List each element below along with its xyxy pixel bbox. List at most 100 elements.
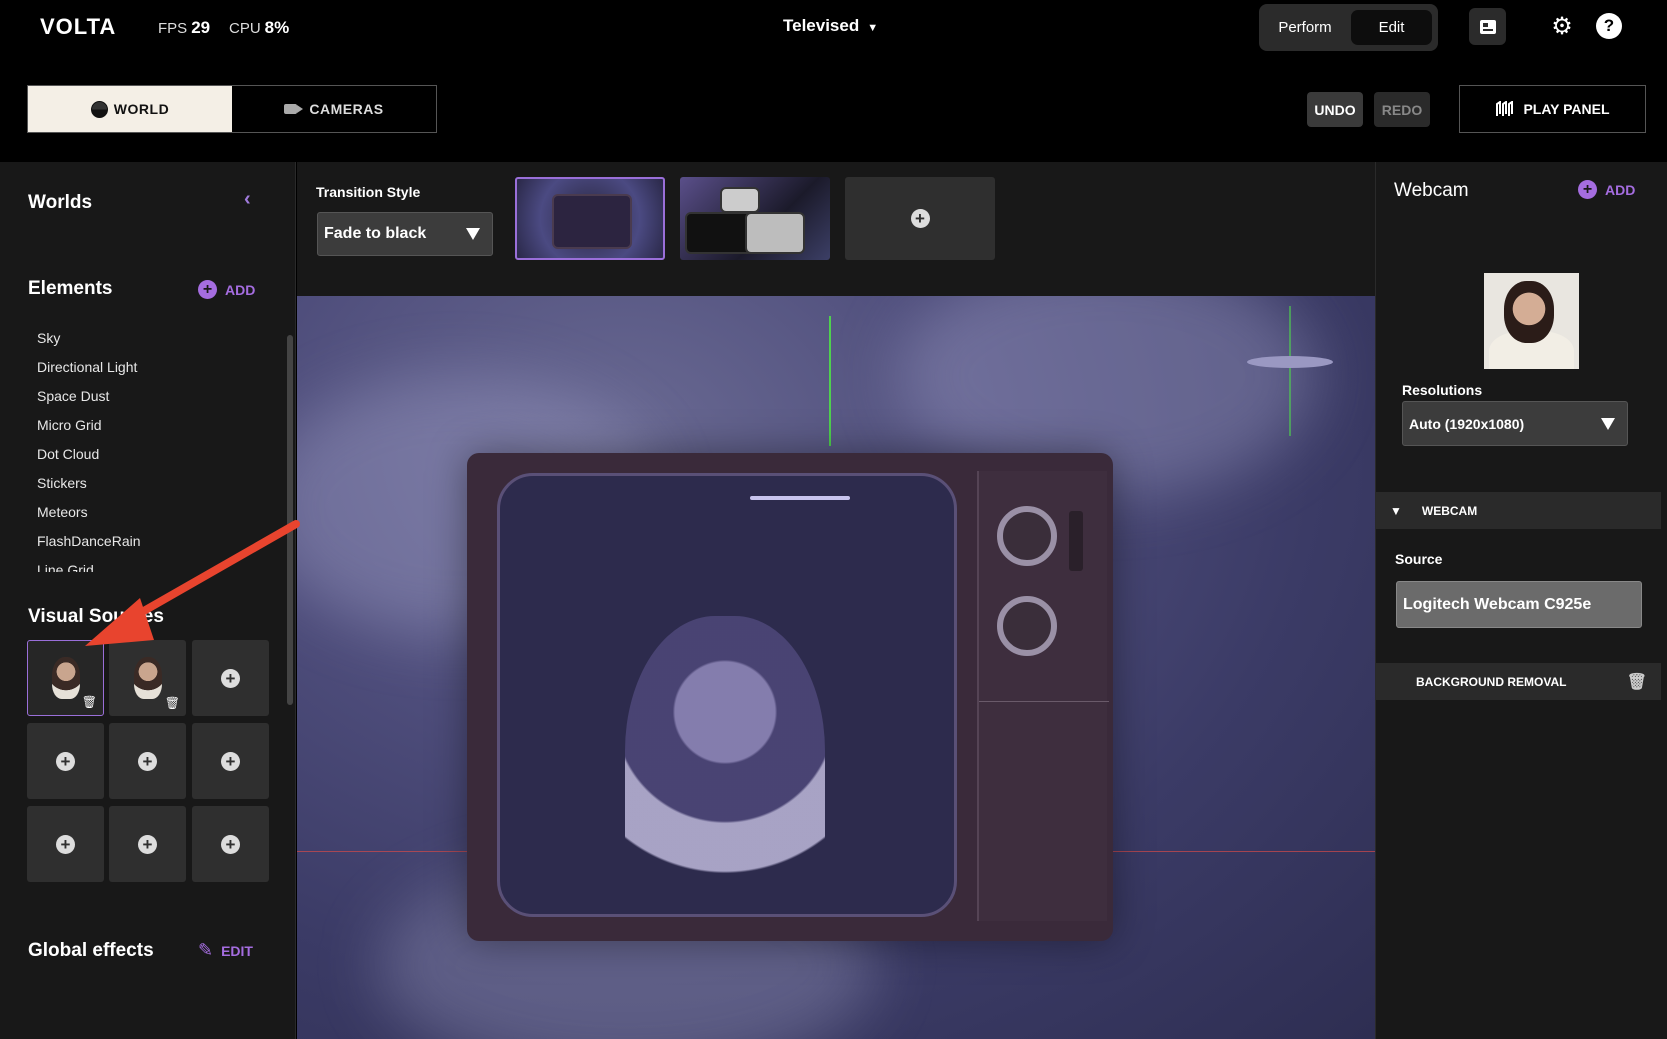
plus-circle-icon: + (56, 834, 75, 854)
left-panel: Worlds ‹ Elements + ADD Sky Directional … (0, 162, 296, 1039)
gizmo-y-axis (1289, 306, 1291, 436)
world-selector[interactable]: Televised ▼ (783, 16, 878, 36)
pencil-icon: ✎ (198, 940, 214, 960)
right-panel: Webcam + ADD Resolutions Auto (1920x1080… (1375, 162, 1667, 1039)
gear-icon: ⚙ (1551, 12, 1573, 40)
volta-logo: VOLTA (40, 14, 117, 39)
screen-reflection (750, 496, 850, 500)
tv-control-panel (977, 471, 1109, 921)
list-item[interactable]: Micro Grid (37, 417, 277, 446)
source-label: Source (1395, 551, 1443, 567)
add-scene-button[interactable]: + (845, 177, 995, 260)
tab-cameras[interactable]: CAMERAS (232, 86, 436, 132)
list-item[interactable]: Sky (37, 330, 277, 359)
scene-thumbnail-2[interactable] (680, 177, 830, 260)
source-select[interactable]: Logitech Webcam C925e (1396, 581, 1642, 628)
edit-global-effects-button[interactable]: ✎ EDIT (198, 940, 253, 961)
plus-circle-icon: + (221, 751, 240, 771)
edit-mode-button[interactable]: Edit (1351, 10, 1432, 45)
webcam-thumbnail (51, 657, 80, 699)
list-item[interactable]: Meteors (37, 504, 277, 533)
collapse-panel-button[interactable]: ‹ (244, 188, 251, 211)
trash-icon[interactable]: 🗑 (1627, 672, 1647, 692)
visual-source-webcam-2[interactable]: 🗑 (109, 640, 186, 716)
resolution-select[interactable]: Auto (1920x1080) (1402, 401, 1628, 446)
play-panel-button[interactable]: PLAY PANEL (1459, 85, 1646, 133)
visual-source-webcam-1[interactable]: 🗑 (27, 640, 104, 716)
webcam-projection (625, 616, 825, 914)
list-item[interactable]: Stickers (37, 475, 277, 504)
settings-button[interactable]: ⚙ (1548, 12, 1576, 40)
add-visual-source-button[interactable]: + (27, 806, 104, 882)
dropdown-arrow-icon (466, 228, 480, 240)
plus-circle-icon: + (221, 834, 240, 854)
add-element-button[interactable]: + ADD (198, 280, 255, 299)
cpu-readout: CPU 8% (229, 18, 290, 37)
tv-screen (497, 473, 957, 917)
transition-style-select[interactable]: Fade to black (317, 212, 493, 256)
scene-viewport[interactable] (297, 296, 1375, 1039)
transition-style-label: Transition Style (316, 184, 421, 200)
add-visual-source-button[interactable]: + (109, 806, 186, 882)
webcam-section-header[interactable]: ▼ WEBCAM (1376, 492, 1661, 529)
undo-button[interactable]: UNDO (1307, 92, 1363, 127)
help-icon: ? (1603, 16, 1615, 35)
list-item[interactable]: Space Dust (37, 388, 277, 417)
tv-thumbnail-graphic (745, 212, 805, 254)
plus-circle-icon: + (138, 834, 157, 854)
add-visual-source-button[interactable]: + (109, 723, 186, 799)
triangle-down-icon: ▼ (1390, 503, 1402, 518)
panel-divider (979, 701, 1109, 702)
chevron-left-icon: ‹ (244, 188, 251, 210)
plus-circle-icon: + (56, 751, 75, 771)
help-button[interactable]: ? (1596, 13, 1622, 39)
scene-thumbnail-1[interactable] (515, 177, 665, 260)
dropdown-arrow-icon (1601, 418, 1615, 430)
list-item[interactable]: FlashDanceRain (37, 533, 277, 562)
worlds-title: Worlds (28, 192, 93, 213)
global-effects-title: Global effects (28, 940, 154, 961)
tv-model[interactable] (467, 453, 1113, 941)
tv-knob (997, 506, 1057, 566)
perform-mode-button[interactable]: Perform (1265, 10, 1345, 45)
gizmo-y-axis (829, 316, 831, 446)
webcam-preview-head (1504, 281, 1554, 343)
plus-circle-icon: + (1578, 180, 1597, 199)
chevron-down-icon: ▼ (867, 22, 879, 34)
elements-scrollbar[interactable] (287, 335, 293, 705)
trash-icon[interactable]: 🗑 (165, 696, 180, 710)
visual-sources-title: Visual Sources (28, 606, 164, 627)
elements-title: Elements (28, 278, 113, 299)
add-webcam-button[interactable]: + ADD (1578, 180, 1635, 199)
plus-circle-icon: + (198, 280, 217, 299)
add-visual-source-button[interactable]: + (192, 640, 269, 716)
tv-slider (1069, 511, 1083, 571)
webcam-thumbnail (133, 657, 162, 699)
tv-thumbnail-graphic (720, 187, 760, 213)
camera-icon (284, 104, 304, 114)
view-tabs: WORLD CAMERAS (27, 85, 437, 133)
trash-icon[interactable]: 🗑 (82, 695, 97, 709)
list-item[interactable]: Dot Cloud (37, 446, 277, 475)
redo-button[interactable]: REDO (1374, 92, 1430, 127)
background-removal-section[interactable]: BACKGROUND REMOVAL 🗑 (1376, 663, 1661, 700)
add-visual-source-button[interactable]: + (192, 723, 269, 799)
media-button[interactable] (1469, 8, 1506, 45)
mode-toggle: Perform Edit (1259, 4, 1438, 51)
tv-knob (997, 596, 1057, 656)
list-item[interactable]: Line Grid (37, 562, 277, 572)
toolbar: WORLD CAMERAS UNDO REDO PLAY PANEL (0, 54, 1667, 162)
play-panel-icon (1496, 101, 1514, 116)
add-visual-source-button[interactable]: + (192, 806, 269, 882)
top-bar: VOLTA FPS 29 CPU 8% Televised ▼ Perform Edi… (0, 0, 1667, 54)
list-item[interactable]: Directional Light (37, 359, 277, 388)
webcam-preview (1484, 273, 1579, 369)
resolutions-label: Resolutions (1402, 382, 1483, 398)
globe-icon (90, 100, 108, 118)
fps-readout: FPS 29 (158, 18, 211, 37)
light-gizmo[interactable] (1247, 356, 1333, 368)
transition-bar: Transition Style Fade to black + (297, 162, 1375, 296)
tab-world[interactable]: WORLD (28, 86, 232, 132)
plus-circle-icon: + (910, 209, 930, 228)
add-visual-source-button[interactable]: + (27, 723, 104, 799)
